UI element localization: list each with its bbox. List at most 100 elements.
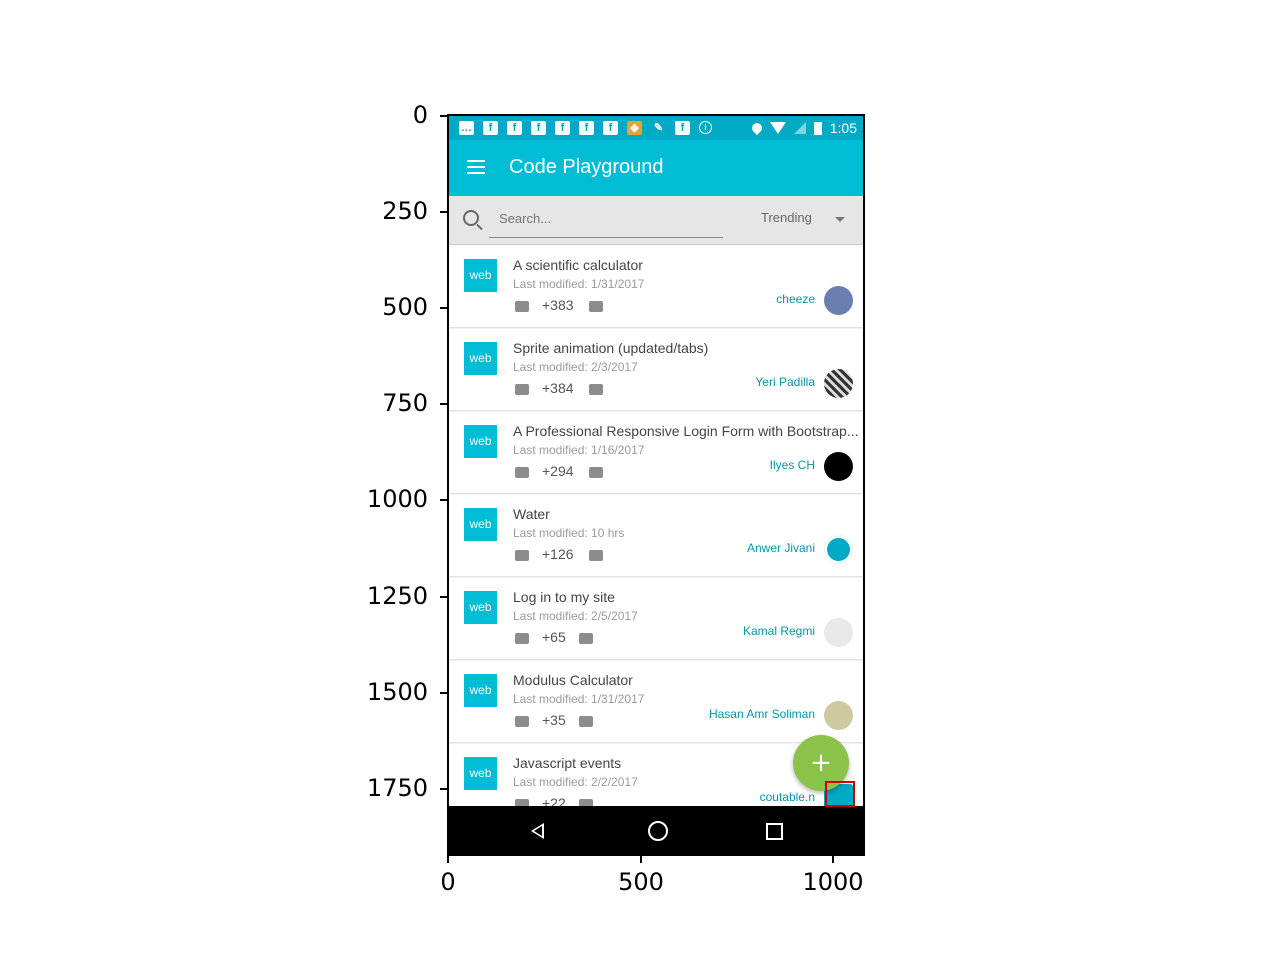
wifi-icon [769,122,786,134]
facebook-icon: f [483,121,498,135]
list-item[interactable]: web Log in to my site Last modified: 2/5… [449,578,863,660]
language-badge: web [464,425,497,458]
avatar[interactable] [824,535,853,564]
avatar[interactable] [824,369,853,398]
x-tick-label: 0 [440,868,456,896]
facebook-icon: f [603,121,618,135]
item-modified: Last modified: 1/31/2017 [513,692,645,706]
facebook-icon: f [555,121,570,135]
search-bar: Trending [449,196,863,245]
signal-icon [793,122,806,134]
avatar[interactable] [824,286,853,315]
x-tick-mark [447,855,449,863]
item-title: A Professional Responsive Login Form wit… [513,423,859,439]
list-item[interactable]: web A Professional Responsive Login Form… [449,412,863,494]
language-badge: web [464,757,497,790]
menu-icon[interactable] [467,160,485,174]
thumbs-up-icon[interactable] [515,633,529,644]
y-tick-label: 1000 [366,485,428,513]
thumbs-down-icon[interactable] [589,467,603,478]
list-item[interactable]: web Modulus Calculator Last modified: 1/… [449,661,863,743]
author-name[interactable]: Kamal Regmi [743,624,815,638]
author-name[interactable]: cheeze [776,292,815,306]
thumbs-up-icon[interactable] [515,384,529,395]
list-item[interactable]: web Water Last modified: 10 hrs +126 Anw… [449,495,863,577]
vote-count: +126 [542,546,574,562]
item-modified: Last modified: 2/5/2017 [513,609,638,623]
y-tick-label: 500 [382,293,428,321]
vote-count: +35 [542,712,566,728]
x-tick-mark [640,855,642,863]
search-icon[interactable] [463,210,479,226]
sort-dropdown[interactable]: Trending [761,210,812,225]
author-name[interactable]: Anwer Jivani [747,541,815,555]
item-modified: Last modified: 2/2/2017 [513,775,638,789]
y-tick-label: 1500 [366,678,428,706]
phone-screen: … f f f f f f ◆ ✎ f i 1:05 Code Playgrou… [447,114,865,856]
home-icon[interactable] [648,821,668,841]
facebook-icon: f [507,121,522,135]
code-list: web A scientific calculator Last modifie… [449,246,863,806]
notification-icons: … f f f f f f ◆ ✎ f i [459,121,712,135]
y-tick-label: 1750 [366,774,428,802]
wrench-icon: ✎ [653,122,664,134]
avatar[interactable] [824,618,853,647]
y-tick-label: 750 [382,389,428,417]
vote-count: +294 [542,463,574,479]
item-title: Sprite animation (updated/tabs) [513,340,709,356]
language-badge: web [464,591,497,624]
x-tick-label: 1000 [802,868,864,896]
list-item[interactable]: web Sprite animation (updated/tabs) Last… [449,329,863,411]
item-modified: Last modified: 1/16/2017 [513,443,645,457]
thumbs-down-icon[interactable] [589,550,603,561]
thumbs-down-icon[interactable] [579,633,593,644]
thumbs-up-icon[interactable] [515,799,529,806]
dropdown-arrow-icon[interactable] [835,217,845,222]
location-icon [749,120,764,136]
back-icon[interactable] [531,823,544,839]
thumbs-up-icon[interactable] [515,550,529,561]
vote-count: +384 [542,380,574,396]
language-badge: web [464,259,497,292]
system-icons: 1:05 [749,120,857,136]
x-tick-label: 500 [618,868,664,896]
thumbs-up-icon[interactable] [515,716,529,727]
info-icon: i [699,121,712,134]
y-tick-label: 250 [382,197,428,225]
thumbs-down-icon[interactable] [589,384,603,395]
avatar[interactable] [824,701,853,730]
vote-count: +22 [542,795,566,806]
fox-icon: ◆ [627,121,642,135]
y-tick-label: 1250 [366,582,428,610]
item-title: Water [513,506,550,522]
avatar[interactable] [824,452,853,481]
battery-icon [813,121,822,135]
thumbs-down-icon[interactable] [579,799,593,806]
facebook-icon: f [579,121,594,135]
search-input[interactable] [497,210,721,227]
thumbs-down-icon[interactable] [579,716,593,727]
item-title: Log in to my site [513,589,615,605]
language-badge: web [464,674,497,707]
recents-icon[interactable] [766,823,783,840]
thumbs-up-icon[interactable] [515,467,529,478]
author-name[interactable]: Ilyes CH [770,458,815,472]
app-title: Code Playground [509,156,664,178]
thumbs-down-icon[interactable] [589,301,603,312]
author-name[interactable]: Yeri Padilla [755,375,815,389]
item-modified: Last modified: 10 hrs [513,526,625,540]
thumbs-up-icon[interactable] [515,301,529,312]
facebook-icon: f [675,121,690,135]
list-item[interactable]: web A scientific calculator Last modifie… [449,246,863,328]
navigation-bar [449,806,863,854]
author-name[interactable]: Hasan Amr Soliman [709,707,815,721]
author-name[interactable]: coutable.n [760,790,815,804]
item-modified: Last modified: 1/31/2017 [513,277,645,291]
y-tick-label: 0 [412,101,428,129]
status-bar: … f f f f f f ◆ ✎ f i 1:05 [449,116,863,140]
language-badge: web [464,342,497,375]
item-title: A scientific calculator [513,257,643,273]
app-bar: Code Playground [449,140,863,196]
x-tick-mark [832,855,834,863]
item-title: Modulus Calculator [513,672,633,688]
